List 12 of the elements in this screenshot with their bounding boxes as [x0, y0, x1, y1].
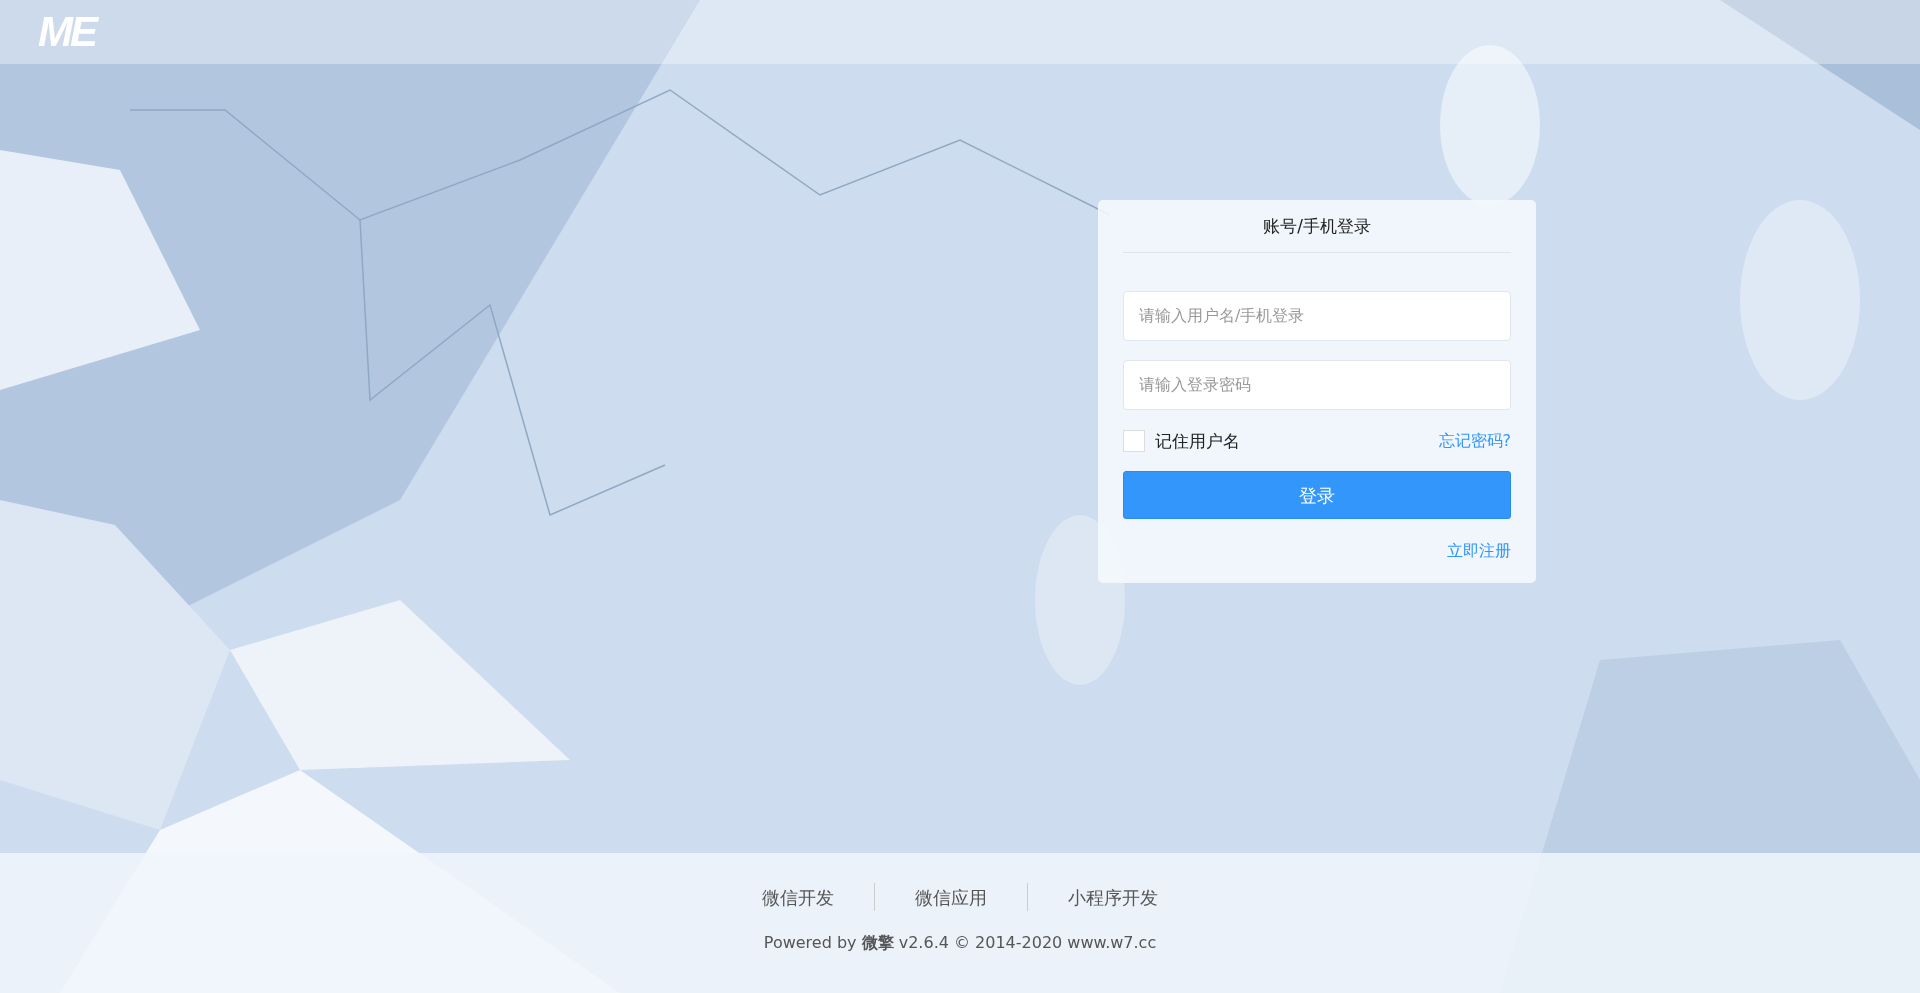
- remember-label: 记住用户名: [1155, 429, 1240, 453]
- footer-link[interactable]: 微信开发: [722, 883, 874, 911]
- login-button[interactable]: 登录: [1123, 471, 1511, 519]
- username-field[interactable]: 请输入用户名/手机登录: [1123, 290, 1511, 341]
- login-title: 账号/手机登录: [1262, 215, 1372, 238]
- password-field[interactable]: 请输入登录密码: [1123, 359, 1511, 410]
- footer-link[interactable]: 小程序开发: [1028, 883, 1198, 911]
- forgot-password-link[interactable]: 忘记密码?: [1438, 429, 1511, 454]
- remember-checkbox[interactable]: [1123, 430, 1145, 453]
- register-link[interactable]: 立即注册: [1447, 541, 1511, 560]
- copyright-text: Powered by 微擎 v2.6.4 © 2014-2020 www.w7.cc: [763, 932, 1157, 954]
- footer-link[interactable]: 微信应用: [875, 883, 1027, 911]
